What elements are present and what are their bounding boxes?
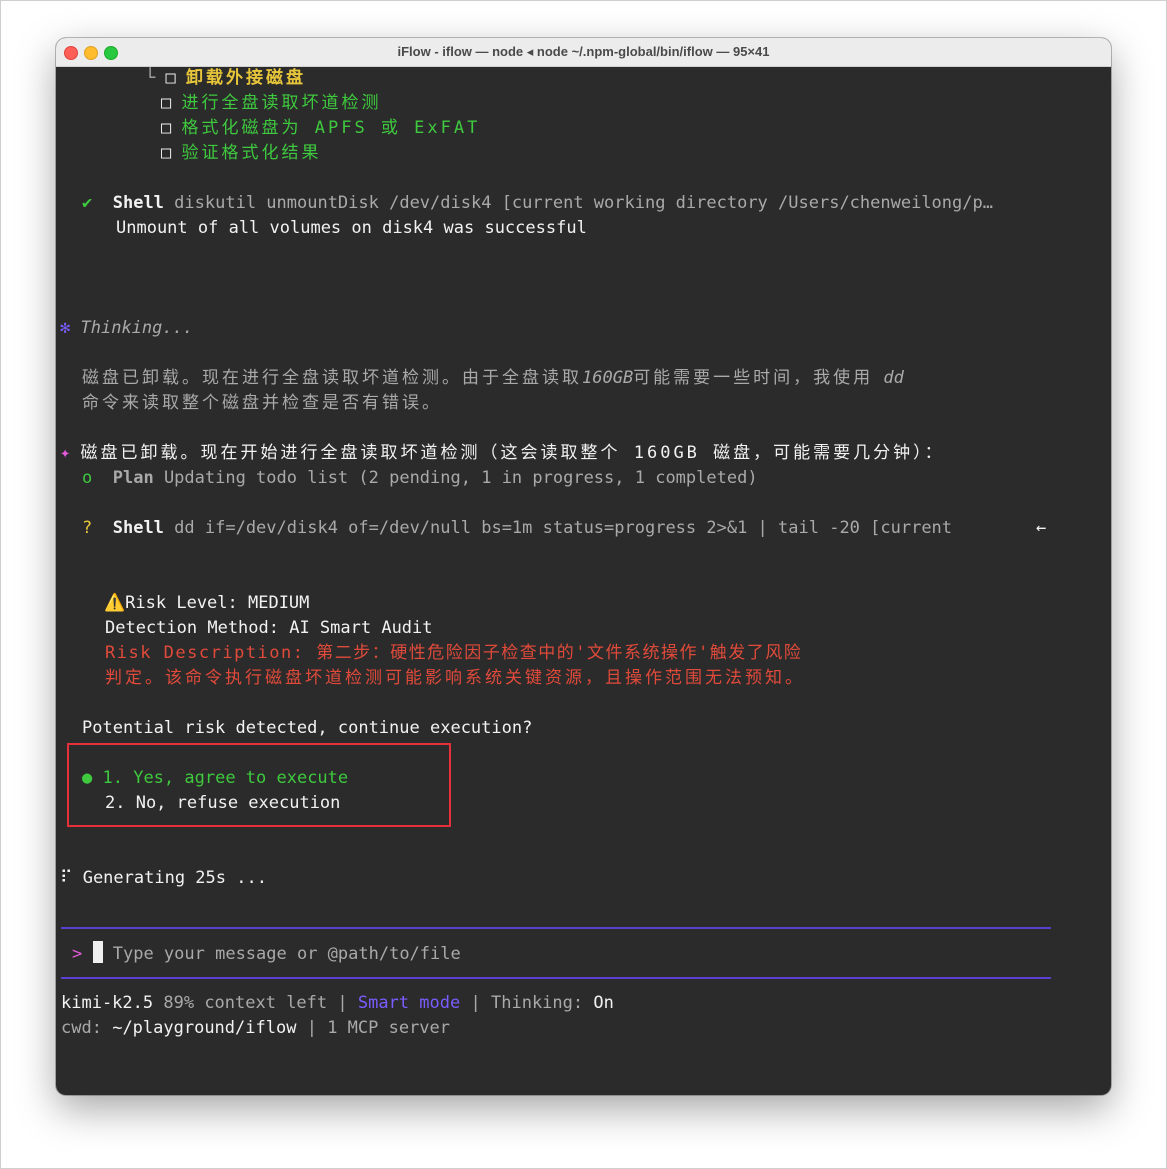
todo-item-2: □ 进行全盘读取坏道检测 xyxy=(161,91,382,116)
cwd-path: ~/playground/iflow xyxy=(112,1018,297,1038)
mcp-server-count: 1 MCP server xyxy=(327,1018,451,1038)
spinner-icon: ⠏ xyxy=(60,868,73,888)
tool-name: Shell xyxy=(112,518,164,538)
todo-item-3: □ 格式化磁盘为 APFS 或 ExFAT xyxy=(161,116,480,141)
thinking-value: On xyxy=(593,993,614,1013)
checkbox-icon: □ xyxy=(161,118,172,138)
thinking-text-line-2: 命令来读取整个磁盘并检查是否有错误。 xyxy=(82,393,442,413)
todo-label: 进行全盘读取坏道检测 xyxy=(181,93,382,113)
input-bottom-border xyxy=(61,977,1051,979)
assistant-text: 磁盘已卸载。现在开始进行全盘读取坏道检测（这会读取整个 160GB 磁盘，可能需… xyxy=(80,443,945,463)
shell-command: dd if=/dev/disk4 of=/dev/null bs=1m stat… xyxy=(174,518,953,538)
tree-branch-icon: └ xyxy=(145,68,156,88)
model-name: kimi-k2.5 xyxy=(61,993,154,1013)
shell-call-dd: ? Shell dd if=/dev/disk4 of=/dev/null bs… xyxy=(82,516,952,541)
todo-item-1: └ □ 卸载外接磁盘 xyxy=(145,66,306,91)
question-mark-icon: ? xyxy=(82,518,93,538)
status-footer-line-2: cwd: ~/playground/iflow | 1 MCP server xyxy=(61,1018,451,1038)
detection-method: Detection Method: AI Smart Audit xyxy=(105,618,433,638)
terminal-content: └ □ 卸载外接磁盘 □ 进行全盘读取坏道检测 □ 格式化磁盘为 APFS 或 … xyxy=(56,66,1111,1095)
window-title: iFlow - iflow — node ◂ node ~/.npm-globa… xyxy=(397,44,770,59)
assistant-star-icon: ✦ xyxy=(60,443,71,463)
selected-dot-icon: ● xyxy=(82,768,93,788)
shell-call-unmount: ✔ Shell diskutil unmountDisk /dev/disk4 … xyxy=(82,191,993,216)
success-check-icon: ✔ xyxy=(82,193,93,213)
plan-text: Updating todo list (2 pending, 1 in prog… xyxy=(163,468,758,488)
message-input[interactable]: > Type your message or @path/to/file xyxy=(72,941,461,966)
risk-description-line-1: Risk Description: 第二步：硬性危险因子检查中的'文件系统操作'… xyxy=(105,643,803,663)
title-bar: iFlow - iflow — node ◂ node ~/.npm-globa… xyxy=(56,38,1111,67)
input-placeholder: Type your message or @path/to/file xyxy=(112,944,461,964)
todo-label: 验证格式化结果 xyxy=(181,143,322,163)
thinking-label: Thinking... xyxy=(80,318,194,338)
shell-output: Unmount of all volumes on disk4 was succ… xyxy=(116,218,587,238)
option-no[interactable]: 2. No, refuse execution xyxy=(105,791,340,816)
input-top-border xyxy=(61,927,1051,929)
thinking-label: Thinking: xyxy=(491,993,584,1013)
thinking-header: ✻ Thinking... xyxy=(60,316,193,341)
assistant-message: ✦ 磁盘已卸载。现在开始进行全盘读取坏道检测（这会读取整个 160GB 磁盘，可… xyxy=(60,441,945,466)
tool-name: Plan xyxy=(112,468,154,488)
context-left: 89% context left xyxy=(163,993,328,1013)
shell-command: diskutil unmountDisk /dev/disk4 [current… xyxy=(174,193,993,213)
arrow-left-icon: ← xyxy=(1036,518,1047,538)
status-footer-line-1: kimi-k2.5 89% context left | Smart mode … xyxy=(61,993,614,1013)
option-label: 1. Yes, agree to execute xyxy=(102,768,349,788)
tool-name: Shell xyxy=(112,193,164,213)
risk-description-line-2: 判定。该命令执行磁盘坏道检测可能影响系统关键资源，且操作范围无法预知。 xyxy=(105,668,805,688)
thinking-text-line-1: 磁盘已卸载。现在进行全盘读取坏道检测。由于全盘读取160GB可能需要一些时间，我… xyxy=(82,368,904,388)
todo-label: 卸载外接磁盘 xyxy=(186,68,306,88)
risk-level: ⚠️Risk Level: MEDIUM xyxy=(104,593,310,613)
text-cursor xyxy=(92,941,103,963)
prompt-chevron-icon: > xyxy=(72,944,83,964)
todo-item-4: □ 验证格式化结果 xyxy=(161,141,322,166)
warning-icon: ⚠️ xyxy=(104,593,126,613)
mode-indicator[interactable]: Smart mode xyxy=(358,993,460,1013)
thinking-spark-icon: ✻ xyxy=(60,318,71,338)
option-yes[interactable]: ● 1. Yes, agree to execute xyxy=(82,766,348,791)
checkbox-icon: □ xyxy=(161,143,172,163)
todo-label: 格式化磁盘为 APFS 或 ExFAT xyxy=(181,118,481,138)
terminal-window: iFlow - iflow — node ◂ node ~/.npm-globa… xyxy=(56,38,1111,1095)
checkbox-icon: □ xyxy=(165,68,176,88)
checkbox-icon: □ xyxy=(161,93,172,113)
generating-status: ⠏ Generating 25s ... xyxy=(60,868,267,888)
plan-call: o Plan Updating todo list (2 pending, 1 … xyxy=(82,466,758,491)
pending-circle-icon: o xyxy=(82,468,93,488)
confirm-prompt: Potential risk detected, continue execut… xyxy=(82,718,533,738)
